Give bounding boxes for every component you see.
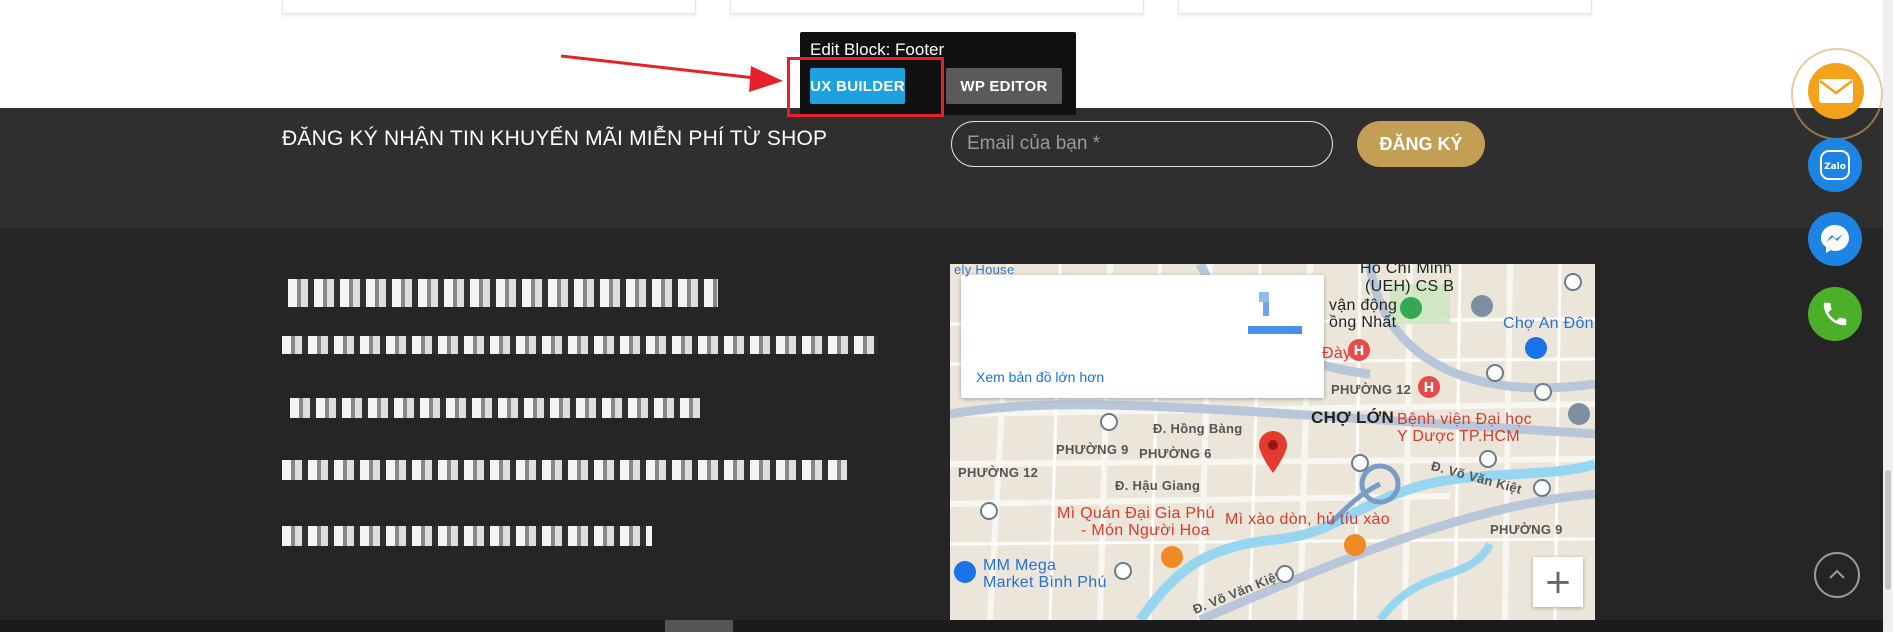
map-location-pin-icon[interactable] xyxy=(1258,430,1288,474)
shopping-icon xyxy=(954,561,976,583)
bus-stop-icon xyxy=(1479,450,1497,468)
bus-stop-icon xyxy=(1276,565,1294,583)
product-card[interactable] xyxy=(730,0,1144,14)
newsletter-title: ĐĂNG KÝ NHẬN TIN KHUYẾN MÃI MIỄN PHÍ TỪ … xyxy=(282,127,828,150)
bus-stop-icon xyxy=(1533,479,1551,497)
product-card[interactable] xyxy=(1178,0,1592,14)
university-icon xyxy=(1471,295,1493,317)
settings-poi-icon xyxy=(1568,403,1590,425)
bus-stop-icon xyxy=(1351,454,1369,472)
map-label: Đ. Hồng Bàng xyxy=(1153,421,1243,436)
address-redacted xyxy=(282,336,878,354)
footer-main xyxy=(0,228,1893,620)
product-card[interactable] xyxy=(282,0,696,14)
map-label: Đ. Hậu Giang xyxy=(1115,478,1201,493)
bottom-tab[interactable] xyxy=(665,620,733,632)
map-label: Mì xào dòn, hủ tíu xào xyxy=(1225,511,1390,528)
map-label: - Món Người Hoa xyxy=(1081,522,1210,539)
scroll-to-top-button[interactable] xyxy=(1814,552,1860,598)
map-label: vận động xyxy=(1329,297,1398,314)
park-icon xyxy=(1400,297,1422,319)
map-place-rating-redacted xyxy=(986,340,1046,348)
phone-redacted xyxy=(290,398,700,418)
website-redacted xyxy=(282,526,652,546)
bus-stop-icon xyxy=(1564,273,1582,291)
larger-map-link[interactable]: Xem bản đồ lớn hơn xyxy=(976,369,1104,385)
map-label: PHƯỜNG 6 xyxy=(1139,446,1212,461)
map-label: ely House xyxy=(954,262,1015,277)
directions-icon[interactable] xyxy=(1246,290,1304,336)
bus-stop-icon xyxy=(1114,562,1132,580)
map-place-name-redacted xyxy=(987,293,1087,303)
bus-stop-icon xyxy=(1486,364,1504,382)
map-place-address-redacted xyxy=(1000,319,1220,333)
map-label: Mì Quán Đại Gia Phú xyxy=(1057,505,1215,522)
envelope-icon xyxy=(1819,79,1853,103)
email-redacted xyxy=(282,460,847,480)
map-label: PHƯỜNG 9 xyxy=(1490,522,1563,537)
restaurant-icon xyxy=(1344,534,1366,556)
email-contact-button[interactable] xyxy=(1808,63,1864,119)
scrollbar-thumb[interactable] xyxy=(1885,470,1891,590)
annotation-highlight-box xyxy=(787,57,944,117)
chevron-up-icon xyxy=(1829,569,1845,579)
bus-stop-icon xyxy=(1534,383,1552,401)
map-label: PHƯỜNG 9 xyxy=(1056,442,1129,457)
phone-icon xyxy=(1823,302,1847,326)
map-zoom-in-button[interactable]: + xyxy=(1533,557,1583,607)
messenger-contact-button[interactable] xyxy=(1808,212,1862,266)
messenger-icon xyxy=(1821,225,1849,253)
map-label: Hồ Chí Minh xyxy=(1360,260,1453,277)
svg-text:Zalo: Zalo xyxy=(1824,162,1846,172)
map-label: CHỢ LỚN xyxy=(1311,408,1395,427)
svg-text:H: H xyxy=(1424,381,1435,396)
wp-editor-button[interactable]: WP EDITOR xyxy=(946,68,1062,104)
zalo-icon: Zalo xyxy=(1820,150,1850,180)
hospital-icon: H xyxy=(1348,339,1370,361)
restaurant-icon xyxy=(1161,546,1183,568)
subscribe-button[interactable]: ĐĂNG KÝ xyxy=(1357,121,1485,167)
map-label: PHƯỜNG 12 xyxy=(1331,382,1412,397)
map-label: ồng Nhất xyxy=(1329,314,1397,331)
bus-stop-icon xyxy=(980,502,998,520)
map-label: Bệnh viện Đại học xyxy=(1397,411,1532,428)
map-label: Market Bình Phú xyxy=(983,574,1107,591)
zalo-contact-button[interactable]: Zalo xyxy=(1808,138,1862,192)
map-label: (UEH) CS B xyxy=(1365,278,1455,295)
company-name-redacted xyxy=(288,279,718,307)
newsletter-section xyxy=(0,108,1893,228)
email-input[interactable] xyxy=(951,121,1333,167)
map-label: Y Dược TP.HCM xyxy=(1397,428,1520,445)
annotation-arrow xyxy=(560,54,783,92)
map-label: Chợ An Đôn xyxy=(1503,315,1594,332)
footer-bottom-bar xyxy=(0,620,1893,632)
map-label: PHƯỜNG 12 xyxy=(958,465,1039,480)
phone-contact-button[interactable] xyxy=(1808,287,1862,341)
svg-text:H: H xyxy=(1354,344,1365,359)
map-label: MM Mega xyxy=(983,557,1057,574)
shopping-icon xyxy=(1525,337,1547,359)
hospital-icon: H xyxy=(1418,376,1440,398)
bus-stop-icon xyxy=(1100,413,1118,431)
